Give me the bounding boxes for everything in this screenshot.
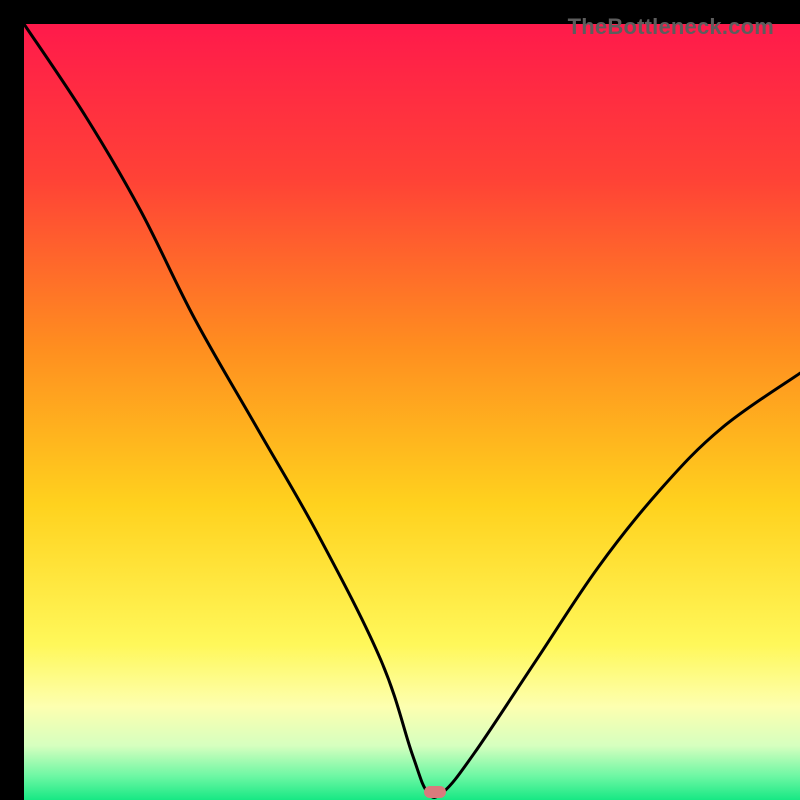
bottleneck-curve <box>24 24 800 800</box>
optimal-marker <box>424 786 446 798</box>
plot-area <box>24 24 800 800</box>
watermark-label: TheBottleneck.com <box>568 14 774 40</box>
chart-frame: TheBottleneck.com <box>12 12 788 788</box>
